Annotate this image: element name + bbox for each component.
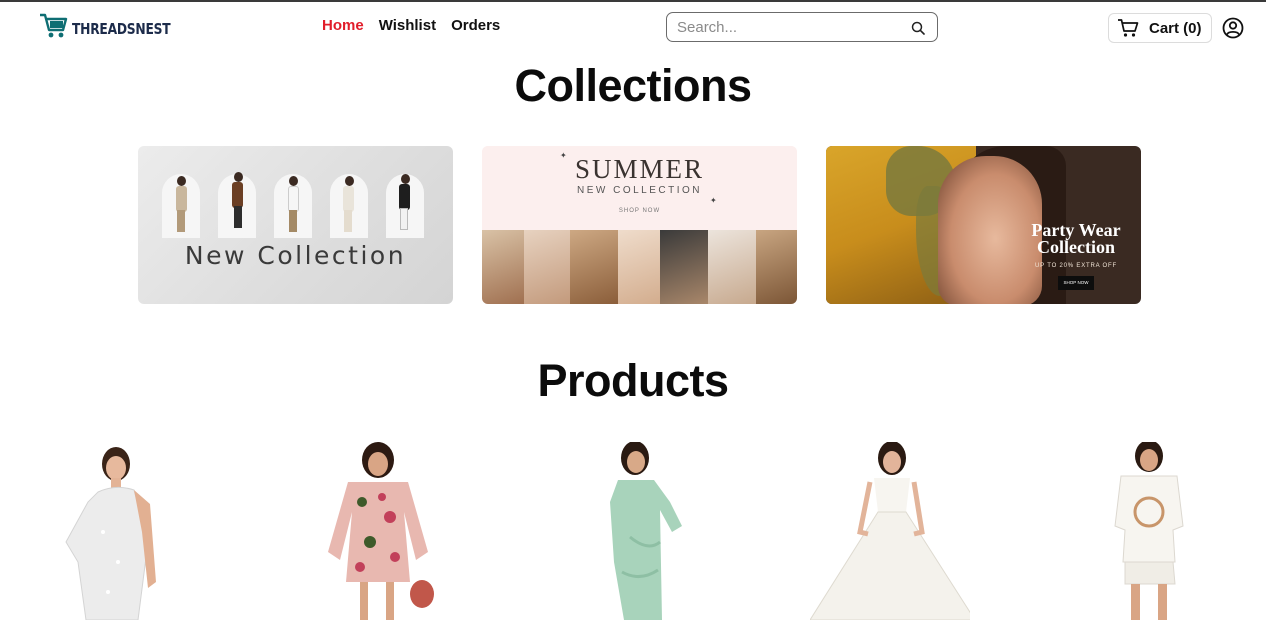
model-figure — [399, 184, 410, 210]
cart-icon — [1118, 19, 1139, 37]
model-figure — [234, 172, 243, 182]
site-header: THREADSNEST Home Wishlist Orders Cart (0… — [0, 2, 1266, 52]
photo-tile — [482, 230, 524, 304]
nav-orders[interactable]: Orders — [451, 17, 500, 34]
photo-tile — [756, 230, 797, 304]
collections-heading: Collections — [514, 60, 752, 111]
sparkle-icon: ✦ — [710, 196, 717, 205]
white-ball-gown-icon — [810, 442, 970, 620]
cart-label: Cart (0) — [1149, 19, 1202, 37]
model-figure — [289, 210, 297, 232]
shop-now-button[interactable]: SHOP NOW — [1058, 276, 1094, 290]
floral-cold-shoulder-dress-icon — [328, 442, 434, 620]
model-figure — [345, 176, 354, 186]
model-figure — [289, 176, 298, 186]
product-card[interactable] — [570, 442, 730, 620]
collection-card-summer[interactable]: ✦ ✦ SUMMER NEW COLLECTION SHOP NOW — [482, 146, 797, 304]
brand-name: THREADSNEST — [72, 20, 171, 38]
model-figure — [401, 174, 410, 184]
brand-logo[interactable]: THREADSNEST — [38, 12, 192, 40]
model-figure — [344, 210, 352, 232]
product-card[interactable] — [810, 442, 970, 620]
model-figure — [288, 186, 299, 212]
photo-tile — [570, 230, 618, 304]
search-input[interactable] — [677, 18, 905, 36]
products-heading: Products — [537, 355, 729, 406]
model-figure — [176, 186, 187, 212]
model-figure — [234, 206, 242, 228]
photo-tile — [618, 230, 660, 304]
search-icon[interactable] — [911, 21, 925, 35]
shopping-cart-logo-icon — [40, 13, 68, 38]
model-figure — [177, 210, 185, 232]
photo-tile — [524, 230, 570, 304]
photo-tile — [708, 230, 756, 304]
product-card[interactable] — [38, 442, 198, 620]
product-card[interactable] — [1065, 442, 1225, 620]
white-tshirt-shorts-set-icon — [1114, 442, 1184, 620]
shop-now-link[interactable]: SHOP NOW — [482, 208, 797, 214]
collection-card-new[interactable]: New Collection — [138, 146, 453, 304]
white-sequin-one-shoulder-dress-icon — [65, 447, 156, 620]
photo-tile — [660, 230, 708, 304]
model-figure — [232, 182, 243, 208]
user-account-icon[interactable] — [1222, 17, 1244, 39]
product-card[interactable] — [300, 442, 460, 620]
search-box — [666, 12, 938, 42]
collection-subtitle: NEW COLLECTION — [576, 185, 702, 196]
model-figure — [343, 186, 354, 212]
nav-home[interactable]: Home — [322, 17, 364, 34]
main-nav: Home Wishlist Orders — [322, 17, 500, 34]
mint-green-drape-gown-icon — [610, 442, 682, 620]
collection-title: New Collection — [184, 241, 407, 270]
collection-title: Party Wear Collection — [1016, 221, 1136, 257]
model-figure — [400, 208, 408, 230]
title-line-2: Collection — [1037, 237, 1115, 257]
offer-text: UP TO 20% EXTRA OFF — [1035, 263, 1117, 269]
model-figure — [177, 176, 186, 186]
cart-button[interactable]: Cart (0) — [1108, 13, 1212, 43]
collection-title: SUMMER — [574, 154, 705, 184]
nav-wishlist[interactable]: Wishlist — [379, 17, 436, 34]
collection-card-party-wear[interactable]: Party Wear Collection UP TO 20% EXTRA OFF… — [826, 146, 1141, 304]
